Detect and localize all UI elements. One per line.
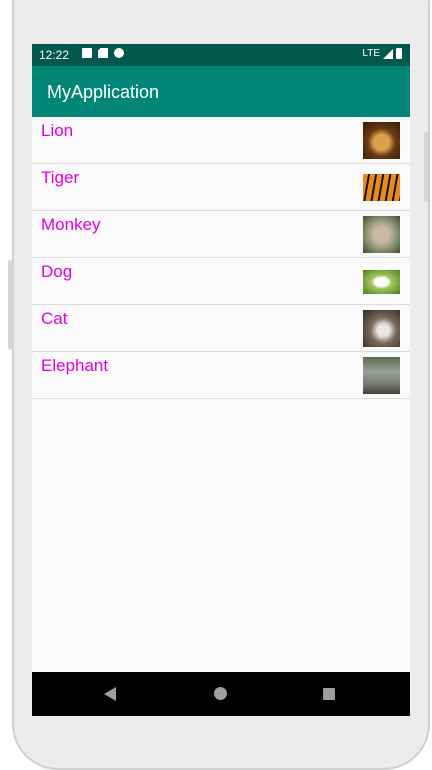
battery-icon (396, 48, 402, 59)
sd-card-icon (98, 48, 108, 58)
list-item-label: Lion (41, 121, 74, 140)
list-item[interactable]: Monkey (32, 211, 410, 258)
app-title: MyApplication (47, 82, 160, 102)
device-screen: 12:22 LTE MyApplication Lion Tiger Monke… (32, 44, 410, 716)
status-bar: 12:22 LTE (32, 44, 410, 66)
list-item-label: Cat (41, 309, 68, 328)
monkey-thumbnail (363, 216, 400, 253)
dog-thumbnail (363, 270, 400, 294)
side-button (424, 132, 428, 202)
list-item[interactable]: Tiger (32, 164, 410, 211)
lion-thumbnail (363, 122, 400, 159)
cat-thumbnail (363, 310, 400, 347)
list-item-label: Elephant (41, 356, 109, 375)
tiger-thumbnail (363, 174, 400, 201)
recents-icon[interactable] (323, 688, 335, 700)
list-item-label: Dog (41, 262, 73, 281)
list-item[interactable]: Cat (32, 305, 410, 352)
animal-list: Lion Tiger Monkey Dog Cat Elephant (32, 117, 410, 399)
navigation-bar (32, 672, 410, 716)
signal-icon (383, 48, 393, 59)
app-bar: MyApplication (32, 66, 410, 117)
notification-icons (82, 48, 124, 58)
list-item-label: Tiger (41, 168, 80, 187)
network-type: LTE (362, 48, 380, 59)
home-icon[interactable] (214, 687, 227, 700)
list-item[interactable]: Elephant (32, 352, 410, 399)
list-item-label: Monkey (41, 215, 101, 234)
status-right: LTE (362, 48, 402, 59)
list-item[interactable]: Dog (32, 258, 410, 305)
status-time: 12:22 (39, 48, 70, 62)
volume-button (8, 260, 13, 350)
elephant-thumbnail (363, 357, 400, 394)
back-icon[interactable] (104, 687, 116, 701)
g-icon (114, 48, 124, 58)
list-item[interactable]: Lion (32, 117, 410, 164)
a-icon (82, 48, 92, 58)
